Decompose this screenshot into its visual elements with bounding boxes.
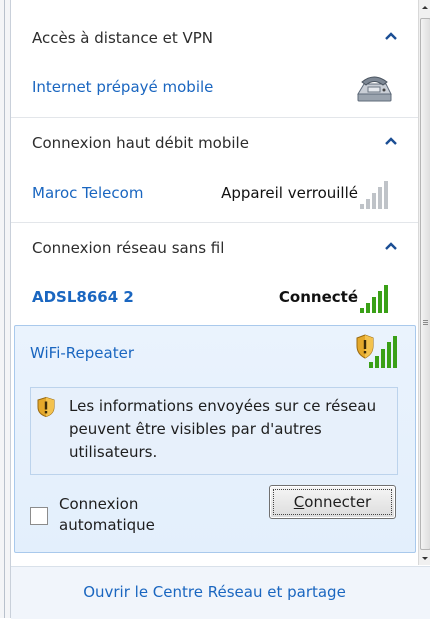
network-item-wifi-repeater[interactable]: WiFi-Repeater Les informations envoyées … (14, 325, 416, 553)
connection-status: Appareil verrouillé (221, 184, 358, 202)
connection-name: Internet prépayé mobile (32, 78, 214, 96)
network-item-adsl8664[interactable]: ADSL8664 2 Connecté (11, 272, 418, 326)
scroll-down-arrow-icon[interactable] (419, 552, 430, 565)
open-network-center-link[interactable]: Ouvrir le Centre Réseau et partage (11, 583, 418, 601)
network-status: Connecté (278, 288, 358, 306)
chevron-up-icon[interactable] (384, 134, 398, 148)
section-header-mobile-broadband[interactable]: Connexion haut débit mobile (11, 119, 418, 167)
security-shield-warning-icon (37, 397, 55, 417)
section-header-remote-access[interactable]: Accès à distance et VPN (11, 14, 418, 62)
section-title: Connexion réseau sans fil (32, 239, 225, 257)
security-warning-box: Les informations envoyées sur ce réseau … (30, 387, 398, 475)
scrollbar-thumb[interactable] (420, 18, 430, 550)
auto-connect-checkbox[interactable] (30, 507, 48, 525)
section-title: Connexion haut débit mobile (32, 134, 249, 152)
connection-item-internet-prepaye[interactable]: Internet prépayé mobile (11, 62, 418, 116)
dialup-modem-icon (357, 76, 392, 102)
chevron-up-icon[interactable] (384, 239, 398, 253)
vertical-scrollbar[interactable] (418, 0, 430, 565)
connection-name: Maroc Telecom (32, 184, 144, 202)
signal-bars-green-with-shield-icon (356, 334, 397, 368)
auto-connect-label[interactable]: Connexion automatique (59, 494, 169, 536)
section-header-wireless[interactable]: Connexion réseau sans fil (11, 224, 418, 272)
network-name: WiFi-Repeater (30, 344, 134, 362)
section-divider (11, 222, 418, 223)
footer: Ouvrir le Centre Réseau et partage (11, 566, 430, 619)
security-warning-text: Les informations envoyées sur ce réseau … (69, 397, 377, 461)
connection-item-maroc-telecom[interactable]: Maroc Telecom Appareil verrouillé (11, 168, 418, 222)
connect-button[interactable]: Connecter (269, 485, 396, 519)
focus-rectangle (273, 489, 392, 515)
grip-icon (423, 319, 428, 328)
scroll-up-arrow-icon[interactable] (419, 0, 430, 16)
window-left-edge (0, 0, 11, 618)
network-name: ADSL8664 2 (32, 288, 134, 306)
chevron-up-icon[interactable] (384, 29, 398, 43)
section-title: Accès à distance et VPN (32, 29, 213, 47)
network-flyout: Accès à distance et VPN Internet prépayé… (11, 0, 418, 565)
section-divider (11, 117, 418, 118)
signal-bars-green-icon (360, 285, 388, 313)
signal-bars-gray-icon (360, 181, 388, 209)
